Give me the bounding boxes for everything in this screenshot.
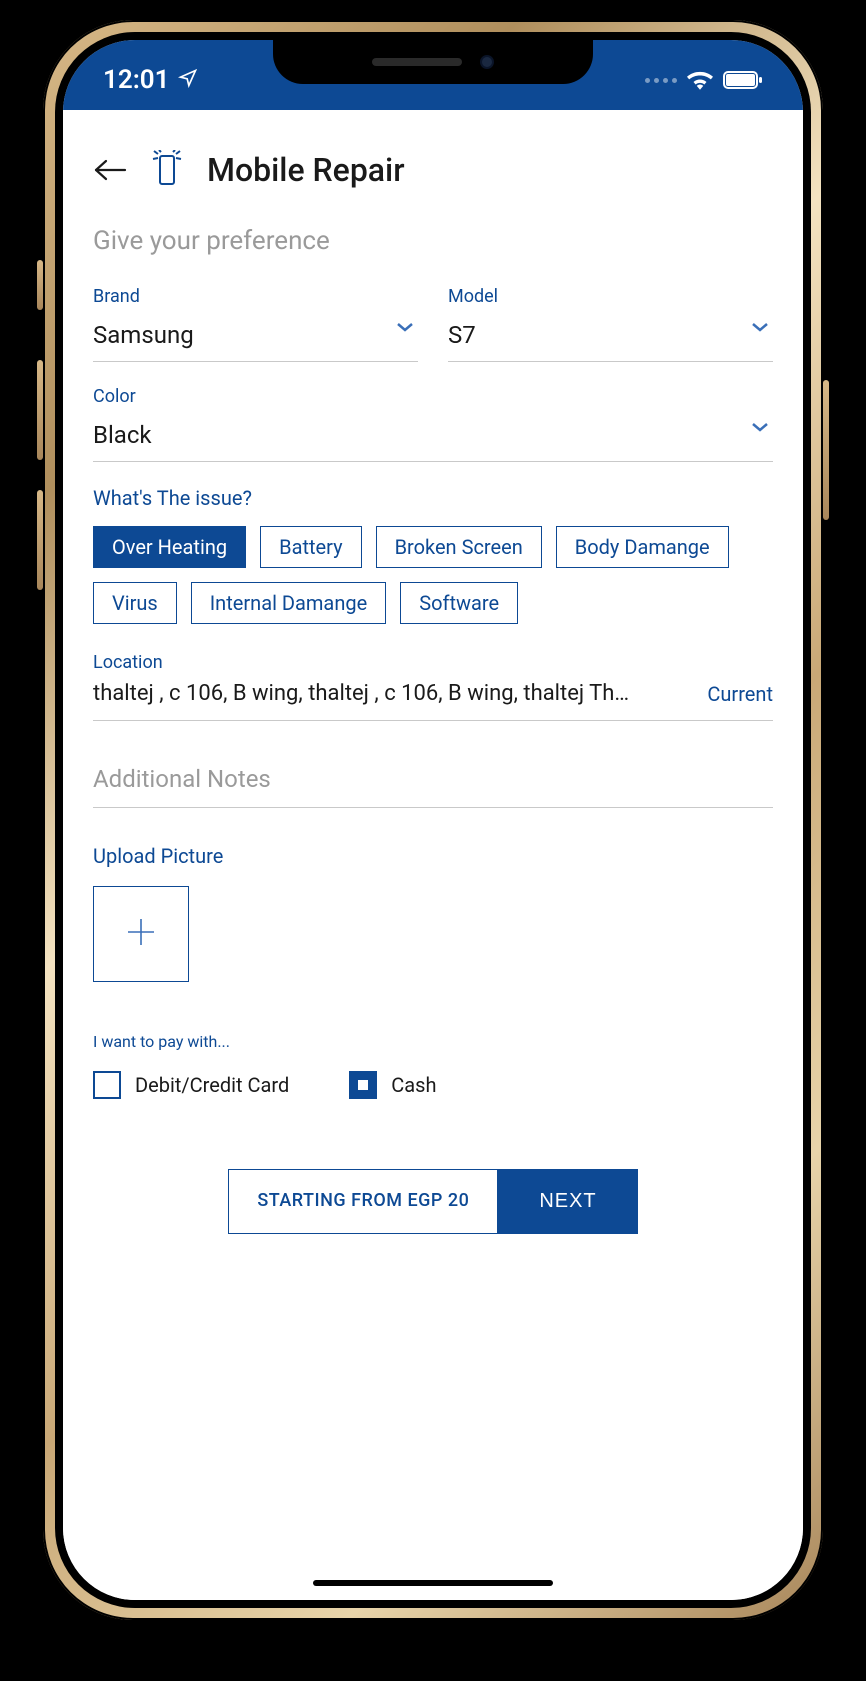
payment-option[interactable]: Cash	[349, 1071, 436, 1099]
upload-label: Upload Picture	[93, 844, 773, 868]
notes-placeholder: Additional Notes	[93, 765, 271, 793]
payment-options: Debit/Credit Card Cash	[93, 1071, 773, 1099]
upload-picture-button[interactable]	[93, 886, 189, 982]
side-button	[37, 360, 43, 460]
issue-chip[interactable]: Software	[400, 582, 518, 624]
location-value[interactable]: thaltej , c 106, B wing, thaltej , c 106…	[93, 681, 697, 706]
payment-title: I want to pay with...	[93, 1032, 773, 1051]
location-label: Location	[93, 652, 163, 673]
notes-input[interactable]: Additional Notes	[93, 761, 773, 808]
next-button[interactable]: NEXT	[498, 1169, 637, 1234]
issue-chip[interactable]: Body Damange	[556, 526, 729, 568]
payment-label: Cash	[391, 1073, 436, 1097]
side-button	[823, 380, 829, 520]
plus-icon	[124, 915, 158, 953]
issue-label: What's The issue?	[93, 486, 773, 510]
chevron-down-icon	[751, 421, 769, 433]
payment-checkbox[interactable]	[93, 1071, 121, 1099]
color-select[interactable]: Black	[93, 415, 773, 462]
payment-option[interactable]: Debit/Credit Card	[93, 1071, 289, 1099]
model-select[interactable]: S7	[448, 315, 773, 362]
location-services-icon	[178, 65, 198, 95]
content: Mobile Repair Give your preference Brand…	[63, 110, 803, 1600]
issue-chip[interactable]: Internal Damange	[191, 582, 386, 624]
payment-label: Debit/Credit Card	[135, 1073, 289, 1097]
issue-chip[interactable]: Virus	[93, 582, 177, 624]
model-value: S7	[448, 321, 476, 349]
status-time: 12:01	[103, 65, 170, 95]
front-camera	[480, 55, 494, 69]
page-title: Mobile Repair	[207, 151, 405, 189]
brand-label: Brand	[93, 286, 418, 307]
mobile-repair-icon	[149, 150, 185, 190]
side-button	[37, 490, 43, 590]
brand-value: Samsung	[93, 321, 194, 349]
issue-chip[interactable]: Over Heating	[93, 526, 246, 568]
side-button	[37, 260, 43, 310]
notch	[273, 40, 593, 84]
subtitle: Give your preference	[93, 226, 773, 256]
chevron-down-icon	[751, 321, 769, 333]
color-label: Color	[93, 386, 773, 407]
model-label: Model	[448, 286, 773, 307]
payment-checkbox[interactable]	[349, 1071, 377, 1099]
screen: 12:01	[63, 40, 803, 1600]
color-value: Black	[93, 421, 152, 449]
speaker	[372, 58, 462, 66]
battery-icon	[723, 70, 763, 90]
brand-select[interactable]: Samsung	[93, 315, 418, 362]
back-button[interactable]	[93, 158, 127, 182]
page-dots-icon	[645, 78, 677, 83]
issue-chip[interactable]: Broken Screen	[376, 526, 542, 568]
chevron-down-icon	[396, 321, 414, 333]
home-indicator[interactable]	[313, 1580, 553, 1586]
price-label: STARTING FROM EGP 20	[228, 1169, 498, 1234]
wifi-icon	[687, 70, 713, 90]
issue-chip[interactable]: Battery	[260, 526, 361, 568]
phone-frame: 12:01	[43, 20, 823, 1620]
current-location-link[interactable]: Current	[707, 682, 773, 706]
issue-chips: Over Heating Battery Broken Screen Body Dam…	[93, 526, 773, 624]
